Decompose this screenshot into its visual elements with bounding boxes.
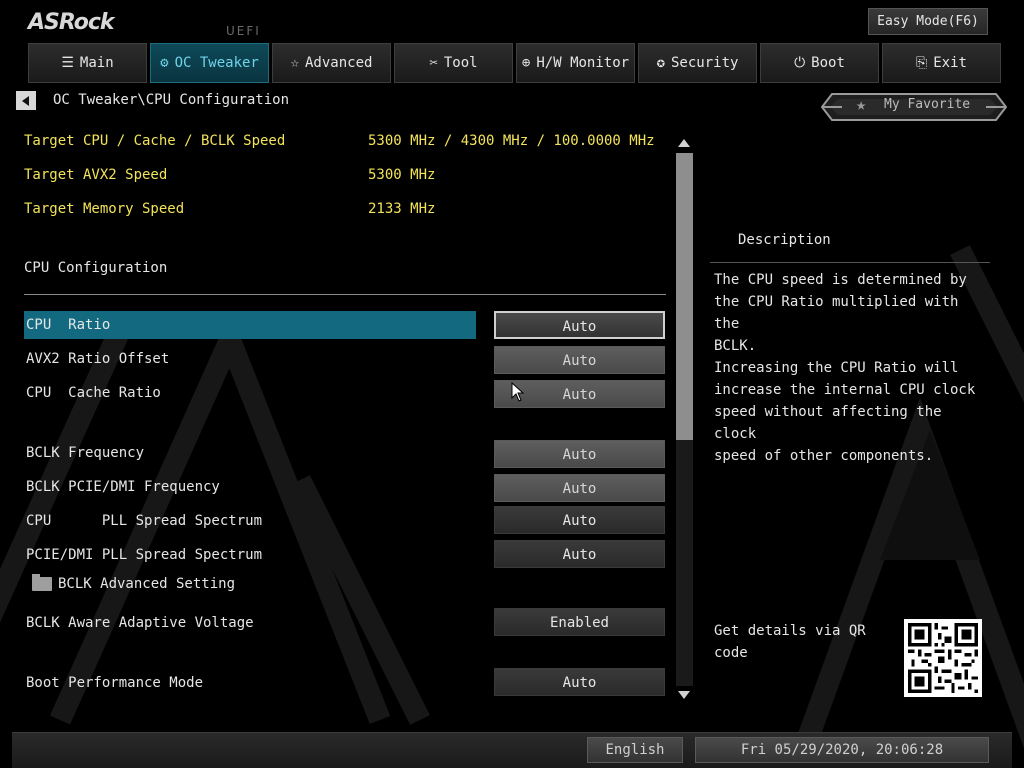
option-value-avx2-ratio-offset[interactable]: Auto [494,346,665,374]
rocket-icon: ⚙ [160,55,169,71]
mouse-cursor-icon [511,382,525,402]
list-icon: ☰ [61,55,74,71]
info-label: Target Memory Speed [24,201,185,217]
language-button[interactable]: English [587,737,683,763]
tab-label: H/W Monitor [536,55,630,71]
option-pcie-dmi-pll-spread-spectrum[interactable]: PCIE/DMI PLL Spread Spectrum [24,541,476,569]
description-title: Description [738,232,831,248]
tab-tool[interactable]: ✂ Tool [394,43,513,83]
option-cpu-pll-spread-spectrum[interactable]: CPU PLL Spread Spectrum [24,507,476,535]
datetime-display: Fri 05/29/2020, 20:06:28 [695,737,989,763]
info-label: Target CPU / Cache / BCLK Speed [24,133,286,149]
info-row-target-avx2: Target AVX2 Speed 5300 MHz [24,167,435,183]
tab-label: Main [79,55,114,71]
option-value-bclk-pcie-dmi-frequency[interactable]: Auto [494,474,665,502]
option-value-bclk-frequency[interactable]: Auto [494,440,665,468]
tab-label: Tool [443,55,478,71]
uefi-label: UEFI [226,24,261,38]
tab-boot[interactable]: ⏻ Boot [760,43,879,83]
description-text: The CPU speed is determined by the CPU R… [714,272,976,464]
tab-exit[interactable]: ⎘ Exit [882,43,1001,83]
crosshair-icon: ⊕ [521,55,531,71]
asrock-logo: ASRock [28,10,115,35]
option-cpu-ratio[interactable]: CPU Ratio [24,311,476,339]
info-row-target-cpu: Target CPU / Cache / BCLK Speed 5300 MHz… [24,133,655,149]
power-icon: ⏻ [794,55,806,71]
tab-label: Advanced [305,55,373,71]
tools-icon: ✂ [429,55,438,71]
tab-advanced[interactable]: ☆ Advanced [272,43,391,83]
option-bclk-aware-adaptive-voltage[interactable]: BCLK Aware Adaptive Voltage [24,609,476,637]
info-label: Target AVX2 Speed [24,167,168,183]
tab-label: Security [671,55,739,71]
section-divider [24,294,666,295]
info-row-target-memory: Target Memory Speed 2133 MHz [24,201,435,217]
favorite-label: My Favorite [884,97,971,112]
option-value-pcie-dmi-pll-spread-spectrum[interactable]: Auto [494,540,665,568]
submenu-label: BCLK Advanced Setting [58,576,236,592]
folder-icon [32,574,52,591]
scroll-down-arrow-icon[interactable] [678,691,690,699]
my-favorite-button[interactable]: ★ My Favorite [820,90,1008,124]
info-value: 2133 MHz [368,201,436,217]
option-avx2-ratio-offset[interactable]: AVX2 Ratio Offset [24,345,476,373]
main-tabs: ☰ Main ⚙ OC Tweaker ☆ Advanced ✂ Tool ⊕ … [28,43,1001,83]
exit-door-icon: ⎘ [916,55,928,71]
option-bclk-frequency[interactable]: BCLK Frequency [24,439,476,467]
option-value-bclk-aware-adaptive-voltage[interactable]: Enabled [494,608,665,636]
tab-hw-monitor[interactable]: ⊕ H/W Monitor [516,43,635,83]
section-title: CPU Configuration [24,260,168,276]
option-value-cpu-ratio[interactable]: Auto [494,311,665,339]
star-icon: ★ [856,95,867,115]
shield-icon: ✪ [656,55,665,71]
info-value: 5300 MHz / 4300 MHz / 100.0000 MHz [368,133,655,149]
qr-code-icon [904,619,982,697]
tab-label: Boot [811,55,845,71]
tab-security[interactable]: ✪ Security [638,43,757,83]
easy-mode-button[interactable]: Easy Mode(F6) [868,8,988,35]
option-value-boot-performance-mode[interactable]: Auto [494,668,665,696]
info-value: 5300 MHz [368,167,436,183]
qr-caption: Get details via QR code [714,623,866,661]
submenu-bclk-advanced-setting[interactable]: BCLK Advanced Setting [32,574,236,592]
scrollbar-thumb[interactable] [676,153,693,440]
tab-label: OC Tweaker [174,55,259,71]
tab-label: Exit [933,55,967,71]
breadcrumb: OC Tweaker\CPU Configuration [53,92,290,108]
tab-main[interactable]: ☰ Main [28,43,147,83]
star-icon: ☆ [290,55,299,71]
option-bclk-pcie-dmi-frequency[interactable]: BCLK PCIE/DMI Frequency [24,473,476,501]
description-divider [710,262,990,263]
option-value-cpu-pll-spread-spectrum[interactable]: Auto [494,506,665,534]
tab-oc-tweaker[interactable]: ⚙ OC Tweaker [150,43,269,83]
scroll-up-arrow-icon[interactable] [678,139,690,147]
option-cpu-cache-ratio[interactable]: CPU Cache Ratio [24,379,476,407]
option-boot-performance-mode[interactable]: Boot Performance Mode [24,669,476,697]
back-button[interactable] [16,91,36,110]
